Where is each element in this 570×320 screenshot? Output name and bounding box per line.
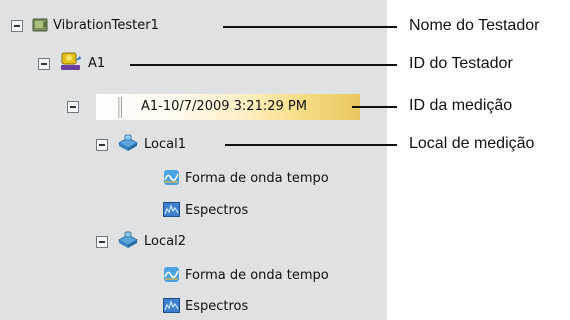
collapse-toggle-root[interactable] [11, 20, 23, 32]
collapse-toggle-location1[interactable] [96, 139, 108, 151]
tree-node-measurement-text[interactable]: A1-10/7/2009 3:21:29 PM [141, 95, 307, 119]
tree-node-location1-waveform[interactable]: Forma de onda tempo [163, 167, 329, 191]
time-waveform-icon [163, 169, 180, 190]
spectrum-icon [163, 201, 180, 221]
selected-row-marker [118, 97, 122, 118]
tree-node-root-label: VibrationTester1 [53, 18, 159, 33]
tree-node-location2-waveform-label: Forma de onda tempo [185, 268, 329, 283]
tester-device-icon [32, 17, 48, 36]
callout-label-tester-id: ID do Testador [409, 55, 513, 72]
measurement-tree-panel: VibrationTester1 A1 A1-10/7/2009 3:21:29… [0, 0, 387, 320]
tree-node-location2-spectra-label: Espectros [185, 299, 249, 314]
tree-node-location1-label: Local1 [144, 137, 186, 152]
callout-line-tester-name [223, 26, 397, 28]
collapse-toggle-tester[interactable] [38, 58, 50, 70]
callout-label-measurement-location: Local de medição [409, 135, 535, 152]
measurement-location-icon [117, 134, 139, 156]
tree-node-location1-spectra-label: Espectros [185, 203, 249, 218]
tree-node-root[interactable]: VibrationTester1 [11, 14, 159, 38]
tree-node-location1[interactable]: Local1 [96, 133, 186, 157]
callout-line-measurement-id [352, 106, 397, 108]
tree-node-tester[interactable]: A1 [38, 52, 105, 76]
tree-node-measurement-label: A1-10/7/2009 3:21:29 PM [141, 99, 307, 114]
collapse-toggle-location2[interactable] [96, 236, 108, 248]
tree-node-location1-waveform-label: Forma de onda tempo [185, 171, 329, 186]
tree-node-tester-label: A1 [88, 56, 106, 71]
collapse-toggle-measurement[interactable] [67, 101, 79, 113]
time-waveform-icon [163, 266, 180, 287]
tree-node-measurement[interactable] [67, 94, 88, 120]
measurement-location-icon [117, 231, 139, 253]
callout-label-tester-name: Nome do Testador [409, 17, 540, 34]
tree-node-location2-label: Local2 [144, 234, 186, 249]
tree-node-location1-spectra[interactable]: Espectros [163, 199, 248, 223]
annotated-tree-screenshot: VibrationTester1 A1 A1-10/7/2009 3:21:29… [0, 0, 570, 320]
callout-label-measurement-id: ID da medição [409, 97, 513, 114]
tree-node-location2-waveform[interactable]: Forma de onda tempo [163, 264, 329, 288]
tester-id-icon [59, 52, 83, 76]
tree-node-location2-spectra[interactable]: Espectros [163, 295, 248, 319]
callout-line-tester-id [130, 64, 397, 66]
callout-line-measurement-location [225, 144, 397, 146]
tree-node-location2[interactable]: Local2 [96, 230, 186, 254]
spectrum-icon [163, 297, 180, 317]
